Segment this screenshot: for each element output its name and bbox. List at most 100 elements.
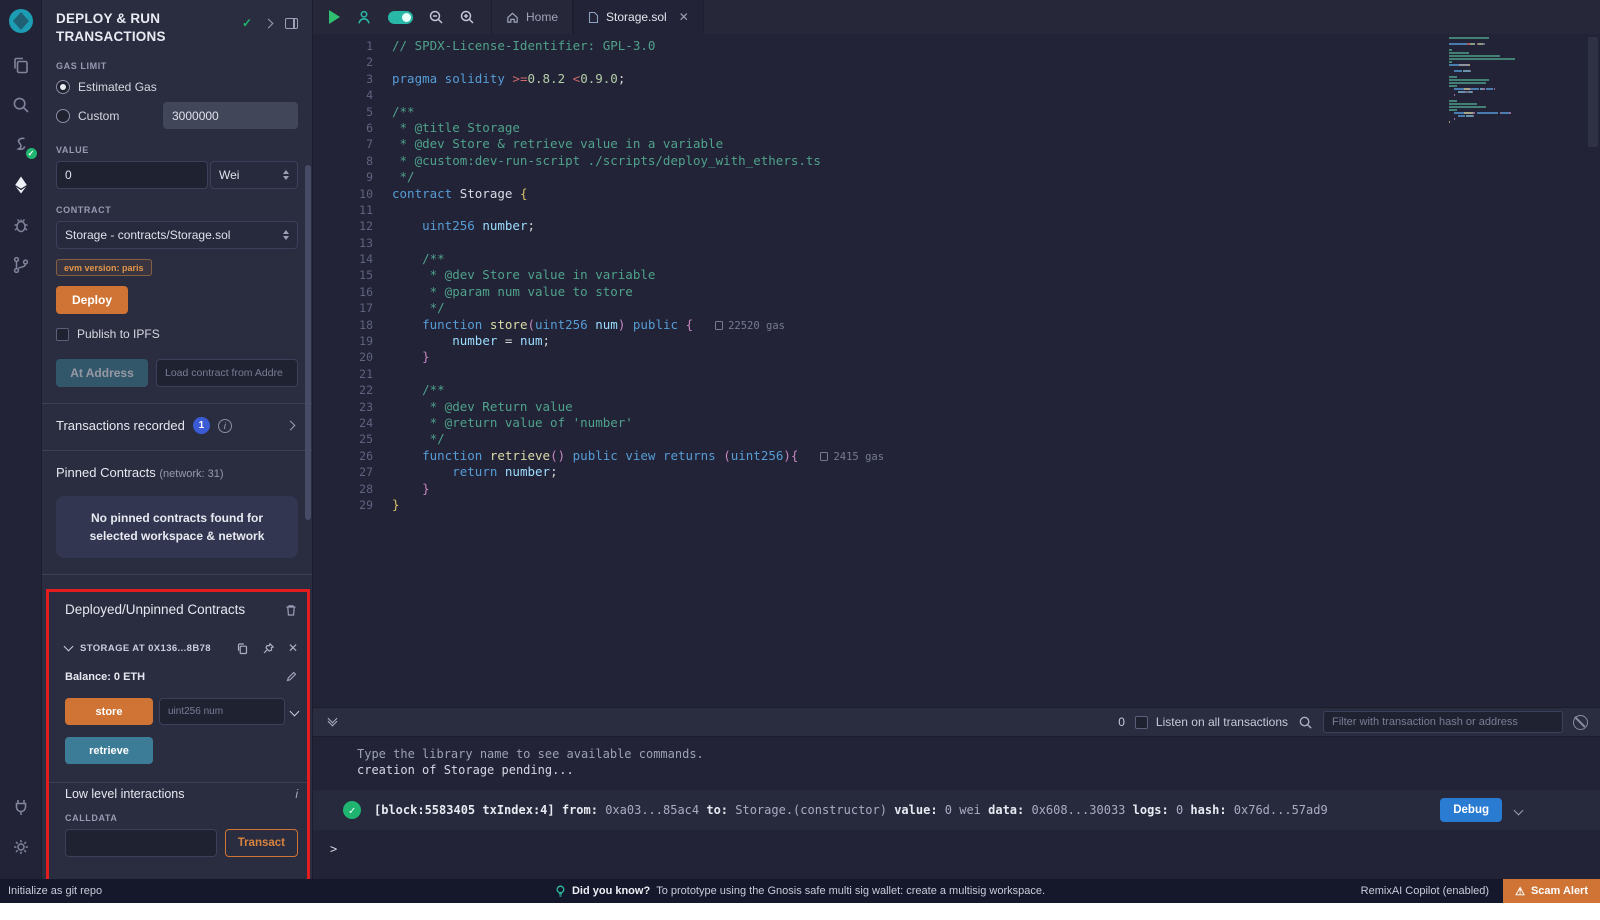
filter-input[interactable] [1323,711,1563,733]
evm-version-badge: evm version: paris [56,259,152,276]
debugger-icon[interactable] [0,205,42,245]
listen-all-checkbox[interactable]: Listen on all transactions [1135,715,1288,729]
chevron-right-icon[interactable] [286,421,296,431]
low-level-row: Low level interactions i [65,787,298,801]
at-address-row: At Address [56,359,298,387]
code-line: * @dev Store value in variable [392,267,1505,283]
panel-scrollbar[interactable] [305,165,311,520]
gas-icon [715,321,723,330]
run-script-icon[interactable] [329,10,340,24]
zoom-in-icon[interactable] [459,9,475,25]
icon-sidebar: ✓ [0,0,42,879]
tab-storage-sol[interactable]: Storage.sol ✕ [573,0,704,34]
line-number: 29 [313,497,373,513]
transactions-recorded-row[interactable]: Transactions recorded 1 i [56,417,298,434]
settings-icon[interactable] [0,827,42,867]
did-you-know-tip: Did you know? To prototype using the Gno… [555,885,1045,898]
expand-terminal-icon[interactable] [329,719,336,725]
minimap[interactable] [1449,37,1523,124]
chevron-down-icon[interactable] [64,642,74,652]
code-line: } [392,497,1505,513]
transaction-log-row[interactable]: ✓ [block:5583405 txIndex:4] from: 0xa03.… [313,790,1600,830]
store-args-input[interactable] [159,698,285,725]
tab-home[interactable]: Home [491,0,573,34]
git-init-status[interactable]: Initialize as git repo [8,885,102,897]
line-number: 27 [313,464,373,480]
code-line [392,54,1505,70]
line-number: 18 [313,317,373,333]
checkbox-icon [1135,716,1148,729]
chevron-right-icon[interactable] [264,18,274,28]
gas-icon [820,452,828,461]
copilot-status[interactable]: RemixAI Copilot (enabled) [1361,885,1489,897]
balance-label: Balance: 0 ETH [65,671,145,683]
clear-console-icon[interactable] [1573,715,1588,730]
code-editor[interactable]: 1234567891011121314151617181920212223242… [313,34,1600,707]
pinned-title-text: Pinned Contracts [56,465,156,480]
line-number: 13 [313,235,373,251]
retrieve-button[interactable]: retrieve [65,737,153,764]
pinned-empty-message: No pinned contracts found for selected w… [56,496,298,558]
contract-select[interactable]: Storage - contracts/Storage.sol [56,221,298,249]
code-line: contract Storage { [392,186,1505,202]
info-icon[interactable]: i [295,787,298,801]
close-tab-icon[interactable]: ✕ [679,10,689,24]
plugin-manager-icon[interactable] [0,787,42,827]
estimated-gas-radio[interactable]: Estimated Gas [56,80,298,94]
code-lines: // SPDX-License-Identifier: GPL-3.0pragm… [392,38,1505,513]
expand-log-icon[interactable] [1514,805,1524,815]
search-icon[interactable] [0,85,42,125]
line-number: 22 [313,382,373,398]
edit-icon[interactable] [285,670,298,683]
info-icon[interactable]: i [218,419,232,433]
debug-button[interactable]: Debug [1440,798,1502,822]
editor-tabbar: Home Storage.sol ✕ [313,0,1600,34]
terminal[interactable]: Type the library name to see available c… [313,737,1600,879]
custom-gas-radio[interactable]: Custom [56,109,119,123]
calldata-input[interactable] [65,829,217,857]
deploy-button[interactable]: Deploy [56,286,128,314]
scam-alert-button[interactable]: ⚠ Scam Alert [1503,879,1600,903]
publish-ipfs-label: Publish to IPFS [77,327,160,341]
transact-button[interactable]: Transact [225,829,298,857]
estimated-gas-label: Estimated Gas [78,80,157,94]
pinned-network-label: (network: 31) [159,468,223,480]
trash-icon[interactable] [284,603,298,617]
value-input[interactable] [56,161,208,189]
code-line: */ [392,169,1505,185]
listen-count: 0 [1118,715,1125,729]
expand-args-icon[interactable] [290,707,300,717]
code-line: return number; [392,464,1505,480]
copy-icon[interactable] [236,642,249,655]
code-line [392,366,1505,382]
gas-limit-label: GAS LIMIT [56,61,298,71]
contract-instance-header[interactable]: STORAGE AT 0X136...8B78 ✕ [65,641,298,655]
terminal-search-icon[interactable] [1298,715,1313,730]
store-button[interactable]: store [65,698,153,725]
code-line: * @return value of 'number' [392,415,1505,431]
file-explorer-icon[interactable] [0,45,42,85]
editor-gutter: 1234567891011121314151617181920212223242… [313,38,373,513]
ai-assistant-icon[interactable] [355,8,373,26]
balance-row: Balance: 0 ETH [65,670,298,683]
close-icon[interactable]: ✕ [288,641,298,655]
at-address-button[interactable]: At Address [56,359,148,387]
git-icon[interactable] [0,245,42,285]
publish-ipfs-checkbox[interactable]: Publish to IPFS [56,327,298,341]
iconbar-bottom-group [0,787,42,867]
terminal-prompt[interactable]: > [313,842,1600,856]
editor-scrollbar[interactable] [1588,37,1598,147]
custom-gas-input[interactable] [163,102,298,129]
deploy-run-icon[interactable] [0,165,42,205]
unit-select[interactable]: Wei [210,161,298,189]
remix-logo-icon[interactable] [7,7,35,35]
pin-icon[interactable] [262,642,275,655]
at-address-input[interactable] [156,359,298,387]
copilot-toggle[interactable] [388,11,413,24]
solidity-compiler-icon[interactable]: ✓ [0,125,42,165]
deployed-contracts-section: Deployed/Unpinned Contracts STORAGE AT 0… [46,589,310,886]
pin-view-icon[interactable] [285,18,298,29]
minimap-line [1449,121,1523,124]
zoom-out-icon[interactable] [428,9,444,25]
deployed-contracts-title: Deployed/Unpinned Contracts [65,602,245,617]
